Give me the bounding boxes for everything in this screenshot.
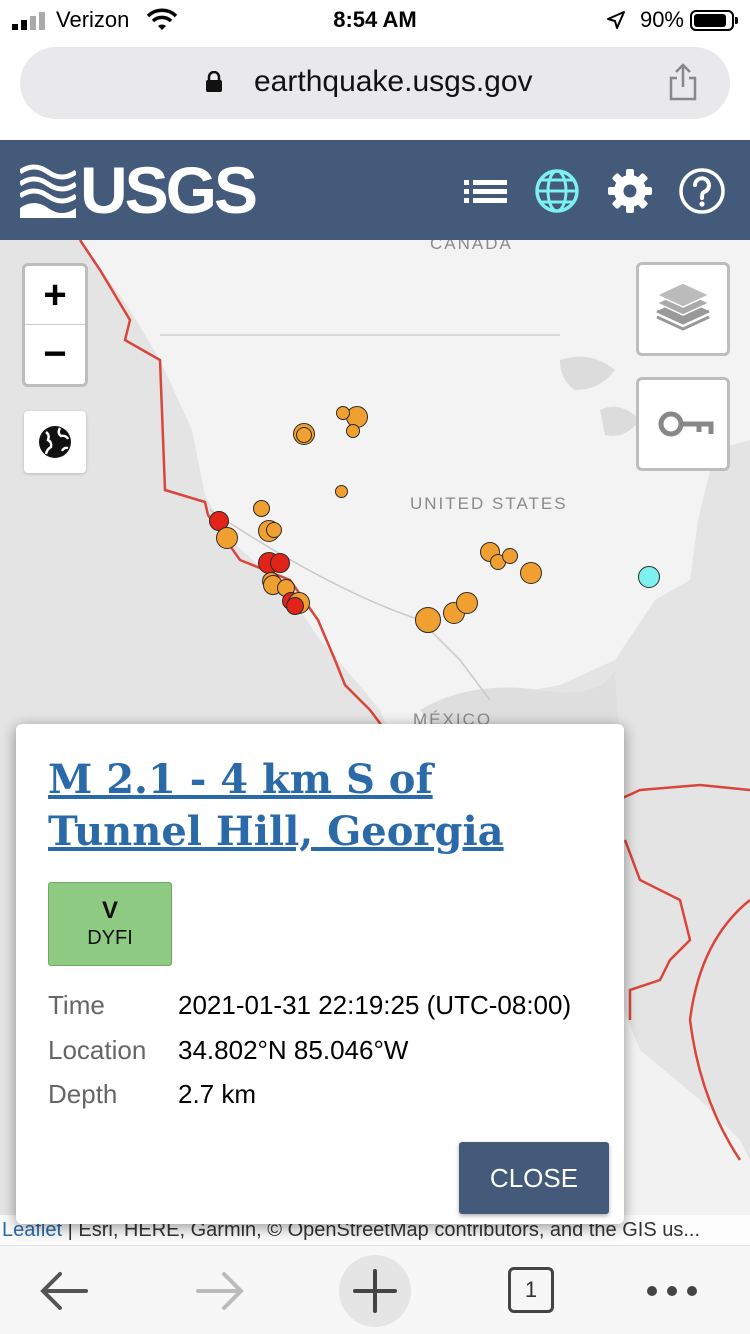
url-text: earthquake.usgs.gov (254, 65, 533, 98)
dyfi-label: DYFI (87, 927, 133, 949)
address-bar[interactable]: earthquake.usgs.gov (20, 47, 730, 119)
earthquake-marker[interactable] (286, 597, 304, 615)
browser-toolbar: 1 (0, 1245, 750, 1334)
usgs-logo-mark[interactable] (20, 162, 76, 218)
earthquake-marker[interactable] (296, 427, 312, 443)
carrier-name: Verizon (56, 7, 130, 32)
gear-icon[interactable] (605, 166, 655, 216)
legend-button[interactable] (636, 377, 730, 471)
map-label-united-states: UNITED STATES (410, 494, 568, 513)
earthquake-marker[interactable] (346, 424, 360, 438)
new-tab-icon[interactable] (338, 1254, 412, 1328)
earthquake-marker[interactable] (336, 406, 350, 420)
location-value: 34.802°N 85.046°W (178, 1035, 409, 1065)
zoom-in-button[interactable]: + (25, 266, 85, 325)
back-icon[interactable] (28, 1254, 102, 1328)
site-header: USGS (0, 140, 750, 240)
globe-icon[interactable] (532, 166, 582, 216)
earthquake-title-link[interactable]: M 2.1 - 4 km S of Tunnel Hill, Georgia (48, 754, 588, 858)
dyfi-badge[interactable]: V DYFI (48, 882, 172, 966)
location-arrow-icon (607, 11, 625, 29)
map-label-canada: CANADA (430, 240, 513, 253)
globe-icon (39, 426, 71, 458)
depth-label: Depth (48, 1079, 118, 1109)
share-icon[interactable] (668, 63, 698, 101)
earthquake-marker[interactable] (270, 553, 290, 573)
layers-icon (655, 282, 711, 331)
help-icon[interactable] (677, 166, 727, 216)
earthquake-popup: M 2.1 - 4 km S of Tunnel Hill, Georgia V… (16, 724, 624, 1224)
zoom-out-button[interactable]: − (25, 325, 85, 384)
depth-value: 2.7 km (178, 1079, 257, 1109)
earthquake-marker[interactable] (335, 485, 348, 498)
status-bar: Verizon 8:54 AM 90% (0, 0, 750, 40)
time-value: 2021-01-31 22:19:25 (UTC-08:00) (178, 990, 572, 1020)
cellular-signal-icon (12, 12, 45, 30)
earthquake-marker[interactable] (253, 500, 270, 517)
world-view-button[interactable] (24, 411, 86, 473)
usgs-logo-text[interactable]: USGS (80, 152, 258, 228)
location-label: Location (48, 1035, 147, 1065)
earthquake-marker[interactable] (502, 548, 518, 564)
battery-percent: 90% (639, 7, 684, 32)
earthquake-marker[interactable] (456, 592, 478, 614)
list-icon[interactable] (461, 166, 511, 216)
wifi-icon (146, 8, 178, 30)
earthquake-marker[interactable] (266, 522, 282, 538)
time-label: Time (48, 990, 105, 1020)
earthquake-marker[interactable] (216, 527, 238, 549)
close-button[interactable]: CLOSE (459, 1142, 609, 1214)
lock-icon (206, 71, 222, 92)
more-options-icon[interactable] (635, 1254, 709, 1328)
layers-button[interactable] (636, 262, 730, 356)
key-icon (658, 411, 714, 437)
selected-earthquake-marker[interactable] (638, 566, 660, 588)
zoom-control: + − (22, 263, 88, 387)
earthquake-marker[interactable] (415, 607, 441, 633)
forward-icon[interactable] (182, 1254, 256, 1328)
battery-icon (690, 10, 738, 31)
dyfi-level: V (101, 897, 118, 924)
tabs-button[interactable]: 1 (508, 1267, 554, 1313)
earthquake-marker[interactable] (520, 562, 542, 584)
